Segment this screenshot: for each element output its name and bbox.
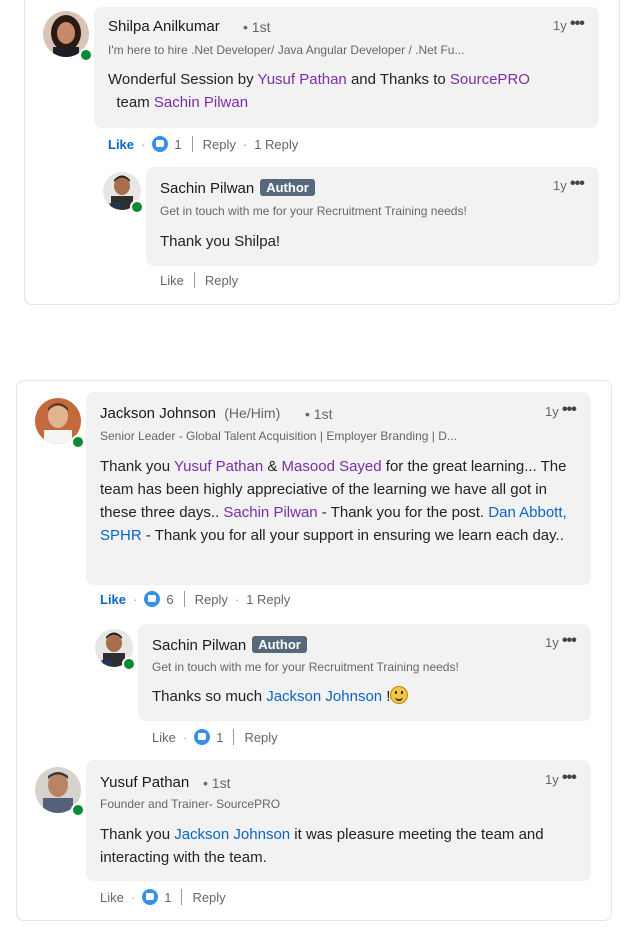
online-status-icon	[79, 48, 93, 62]
mention-link[interactable]: Yusuf Pathan	[174, 458, 263, 475]
online-status-icon	[71, 803, 85, 817]
reply-author-headline: Get in touch with me for your Recruitmen…	[160, 204, 467, 218]
online-status-icon	[130, 200, 144, 214]
pronouns: (He/Him)	[224, 405, 281, 421]
comment-time: 1y	[545, 404, 559, 419]
online-status-icon	[71, 435, 85, 449]
reply-author-name[interactable]: Sachin Pilwan Author	[160, 179, 315, 197]
commenter-name[interactable]: Jackson Johnson (He/Him)	[100, 405, 280, 422]
reaction-count[interactable]: 1	[164, 890, 171, 905]
mention-link[interactable]: Masood Sayed	[282, 458, 382, 475]
reaction-count[interactable]: 1	[216, 730, 223, 745]
connection-degree: • 1st	[305, 406, 333, 422]
mention-link[interactable]: Sachin Pilwan	[154, 94, 248, 111]
reply-text: Thank you Jackson Johnson it was pleasur…	[100, 826, 544, 866]
more-options-icon[interactable]: •••	[562, 769, 577, 787]
comment-text: Wonderful Session by Yusuf Pathan and Th…	[108, 71, 530, 111]
reply-actions: Like Reply	[160, 272, 238, 288]
reply-time: 1y	[553, 178, 567, 193]
reply-button[interactable]: Reply	[192, 890, 225, 905]
reply-button[interactable]: Reply	[203, 137, 236, 152]
connection-degree: • 1st	[203, 775, 231, 791]
commenter-headline: I'm here to hire .Net Developer/ Java An…	[108, 43, 465, 57]
mention-link[interactable]: Jackson Johnson	[174, 826, 290, 843]
more-options-icon[interactable]: •••	[562, 401, 577, 419]
reply-button[interactable]: Reply	[244, 730, 277, 745]
comment-time: 1y	[553, 18, 567, 33]
reply-text: Thanks so much Jackson Johnson !	[152, 685, 582, 708]
replies-count-link[interactable]: 1 Reply	[246, 592, 290, 607]
comment-text: Thank you Yusuf Pathan & Masood Sayed fo…	[100, 458, 567, 544]
connection-degree: • 1st	[243, 19, 271, 35]
reply-author-name[interactable]: Yusuf Pathan	[100, 774, 189, 791]
commenter-name[interactable]: Shilpa Anilkumar	[108, 18, 220, 35]
like-button[interactable]: Like	[108, 137, 134, 152]
smile-emoji-icon	[390, 686, 409, 704]
comment-actions: Like · 6 Reply · 1 Reply	[100, 591, 291, 607]
divider	[183, 591, 185, 607]
like-button[interactable]: Like	[100, 890, 124, 905]
mention-link[interactable]: Yusuf Pathan	[258, 71, 347, 88]
reply-actions: Like · 1 Reply	[152, 729, 278, 745]
reply-author-headline: Founder and Trainer- SourcePRO	[100, 797, 281, 811]
like-reaction-icon[interactable]	[142, 889, 159, 905]
mention-link[interactable]: Sachin Pilwan	[223, 504, 317, 521]
author-badge: Author	[260, 179, 315, 196]
like-button[interactable]: Like	[160, 273, 184, 288]
like-reaction-icon[interactable]	[144, 591, 161, 607]
divider	[181, 889, 183, 905]
reply-actions: Like · 1 Reply	[100, 889, 226, 905]
comment-actions: Like · 1 Reply · 1 Reply	[108, 136, 299, 152]
divider	[193, 272, 195, 288]
replies-count-link[interactable]: 1 Reply	[254, 137, 298, 152]
reaction-count[interactable]: 1	[174, 137, 181, 152]
mention-link[interactable]: Jackson Johnson	[266, 688, 382, 705]
commenter-headline: Senior Leader - Global Talent Acquisitio…	[100, 429, 457, 443]
reply-button[interactable]: Reply	[195, 592, 228, 607]
reply-button[interactable]: Reply	[205, 273, 238, 288]
like-button[interactable]: Like	[152, 730, 176, 745]
reply-author-headline: Get in touch with me for your Recruitmen…	[152, 660, 459, 674]
reply-time: 1y	[545, 772, 559, 787]
more-options-icon[interactable]: •••	[570, 15, 585, 33]
reaction-count[interactable]: 6	[166, 592, 173, 607]
author-badge: Author	[252, 636, 307, 653]
reply-author-name[interactable]: Sachin Pilwan Author	[152, 636, 307, 654]
divider	[233, 729, 235, 745]
like-reaction-icon[interactable]	[194, 729, 211, 745]
more-options-icon[interactable]: •••	[570, 175, 585, 193]
like-button[interactable]: Like	[100, 592, 126, 607]
online-status-icon	[122, 657, 136, 671]
reply-text: Thank you Shilpa!	[160, 233, 281, 250]
divider	[191, 136, 193, 152]
mention-link[interactable]: SourcePRO	[450, 71, 530, 88]
reply-time: 1y	[545, 635, 559, 650]
more-options-icon[interactable]: •••	[562, 632, 577, 650]
like-reaction-icon[interactable]	[152, 136, 169, 152]
